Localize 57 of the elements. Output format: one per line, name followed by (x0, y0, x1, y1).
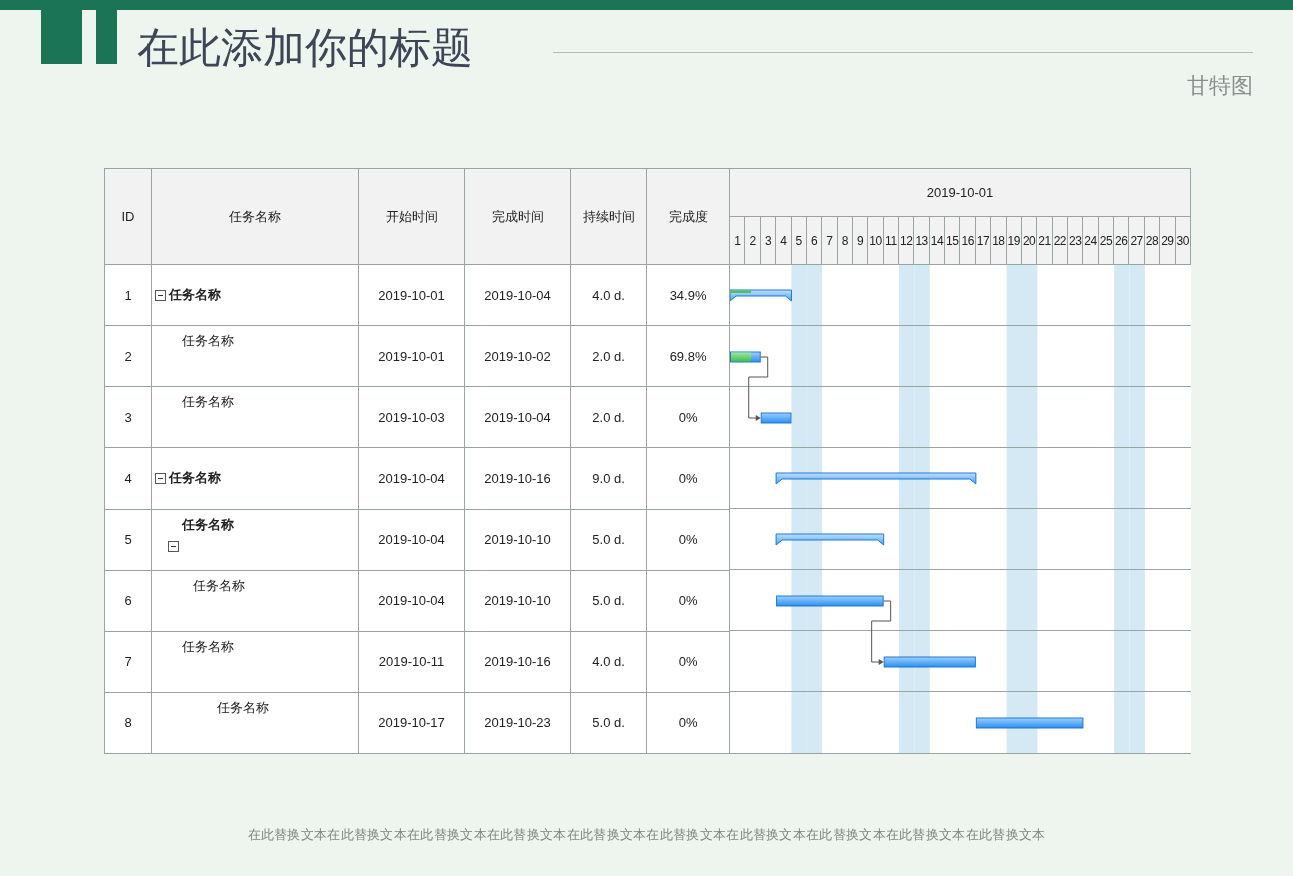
table-cell: 2019-10-16 (464, 447, 571, 509)
table-cell: 2019-10-16 (464, 631, 571, 693)
page-title: 在此添加你的标题 (137, 22, 473, 74)
task-name: 任务名称 (169, 469, 221, 488)
task-name: 任务名称 (193, 576, 245, 595)
task-name: 任务名称 (182, 332, 234, 351)
table-cell: 2.0 d. (570, 325, 647, 387)
column-header: ID (104, 168, 152, 265)
table-cell: 2019-10-04 (464, 386, 571, 448)
table-cell: 1 (104, 264, 152, 326)
table-cell: 2019-10-04 (358, 570, 465, 632)
table-cell: 2019-10-04 (464, 264, 571, 326)
table-cell: 3 (104, 386, 152, 448)
title-block (41, 10, 82, 64)
table-cell: 2019-10-01 (358, 264, 465, 326)
page-subtitle: 甘特图 (1187, 72, 1253, 100)
table-cell: 5.0 d. (570, 509, 647, 571)
table-cell: 5.0 d. (570, 692, 647, 754)
collapse-icon[interactable] (155, 472, 166, 484)
title-block (96, 10, 117, 64)
table-cell: 2019-10-03 (358, 386, 465, 448)
table-cell: 2019-10-10 (464, 509, 571, 571)
collapse-icon[interactable] (155, 289, 166, 301)
table-cell: 7 (104, 631, 152, 693)
table-cell: 5 (104, 509, 152, 571)
column-header: 任务名称 (151, 168, 359, 265)
table-cell: 4.0 d. (570, 631, 647, 693)
table-cell: 8 (104, 692, 152, 754)
table-cell: 2019-10-01 (358, 325, 465, 387)
table-cell: 2.0 d. (570, 386, 647, 448)
table-cell: 2 (104, 325, 152, 387)
footer-text: 在此替换文本在此替换文本在此替换文本在此替换文本在此替换文本在此替换文本在此替换文本在此替换文本在此替换文本在此替换文本 (246, 826, 1047, 844)
table-cell: 2019-10-10 (464, 570, 571, 632)
table-cell: 4.0 d. (570, 264, 647, 326)
collapse-icon[interactable] (168, 540, 179, 552)
task-name: 任务名称 (217, 698, 269, 717)
column-header: 持续时间 (570, 168, 647, 265)
timeline-header: 2019-10-01 (729, 168, 1191, 217)
table-cell: 4 (104, 447, 152, 509)
task-name: 任务名称 (169, 286, 221, 305)
table-cell: 2019-10-04 (358, 447, 465, 509)
table-cell: 34.9% (646, 264, 730, 326)
column-header: 完成时间 (464, 168, 571, 265)
table-cell: 5.0 d. (570, 570, 647, 632)
column-header: 开始时间 (358, 168, 465, 265)
task-name: 任务名称 (182, 393, 234, 412)
table-cell: 6 (104, 570, 152, 632)
table-cell: 2019-10-23 (464, 692, 571, 754)
task-name: 任务名称 (182, 637, 234, 656)
task-name: 任务名称 (182, 515, 234, 534)
table-cell: 2019-10-17 (358, 692, 465, 754)
table-cell: 9.0 d. (570, 447, 647, 509)
column-header: 完成度 (646, 168, 730, 265)
task-bar (760, 412, 792, 424)
table-cell: 2019-10-02 (464, 325, 571, 387)
table-cell: 2019-10-11 (358, 631, 465, 693)
table-cell: 2019-10-04 (358, 509, 465, 571)
